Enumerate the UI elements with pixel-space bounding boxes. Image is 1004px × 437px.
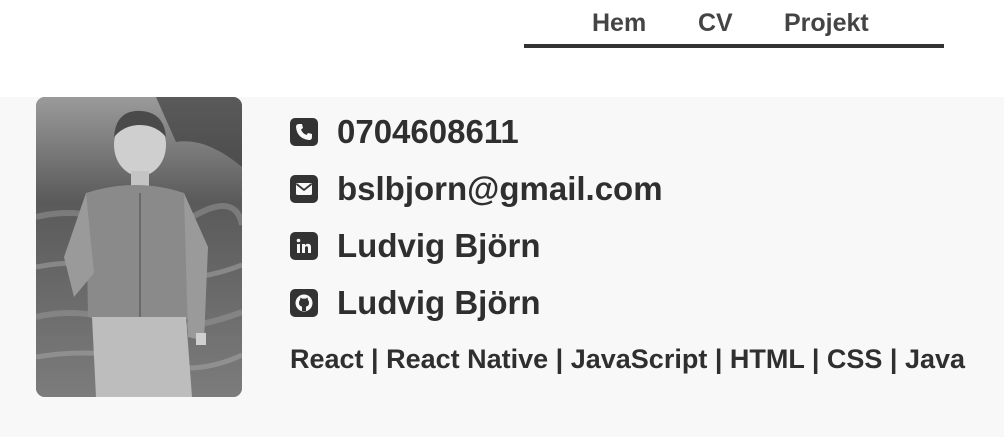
nav-link-hem[interactable]: Hem (592, 9, 646, 38)
contact-github[interactable]: Ludvig Björn (290, 283, 540, 323)
github-name: Ludvig Björn (337, 284, 541, 321)
skills-list: React | React Native | JavaScript | HTML… (290, 344, 966, 374)
contact-phone[interactable]: 0704608611 (290, 112, 519, 152)
nav-link-cv[interactable]: CV (698, 9, 733, 38)
phone-number: 0704608611 (337, 113, 519, 150)
contact-email[interactable]: bslbjorn@gmail.com (290, 169, 663, 209)
linkedin-icon (290, 232, 318, 260)
envelope-icon (290, 175, 318, 203)
nav-link-projekt[interactable]: Projekt (784, 9, 869, 38)
linkedin-name: Ludvig Björn (337, 227, 541, 264)
profile-photo (36, 97, 242, 397)
top-navigation: Hem CV Projekt (524, 0, 944, 48)
contact-linkedin[interactable]: Ludvig Björn (290, 226, 540, 266)
profile-section: 0704608611 bslbjorn@gmail.com Ludvig Bjö… (0, 97, 1004, 437)
phone-icon (290, 118, 318, 146)
email-address: bslbjorn@gmail.com (337, 170, 663, 207)
github-icon (290, 289, 318, 317)
